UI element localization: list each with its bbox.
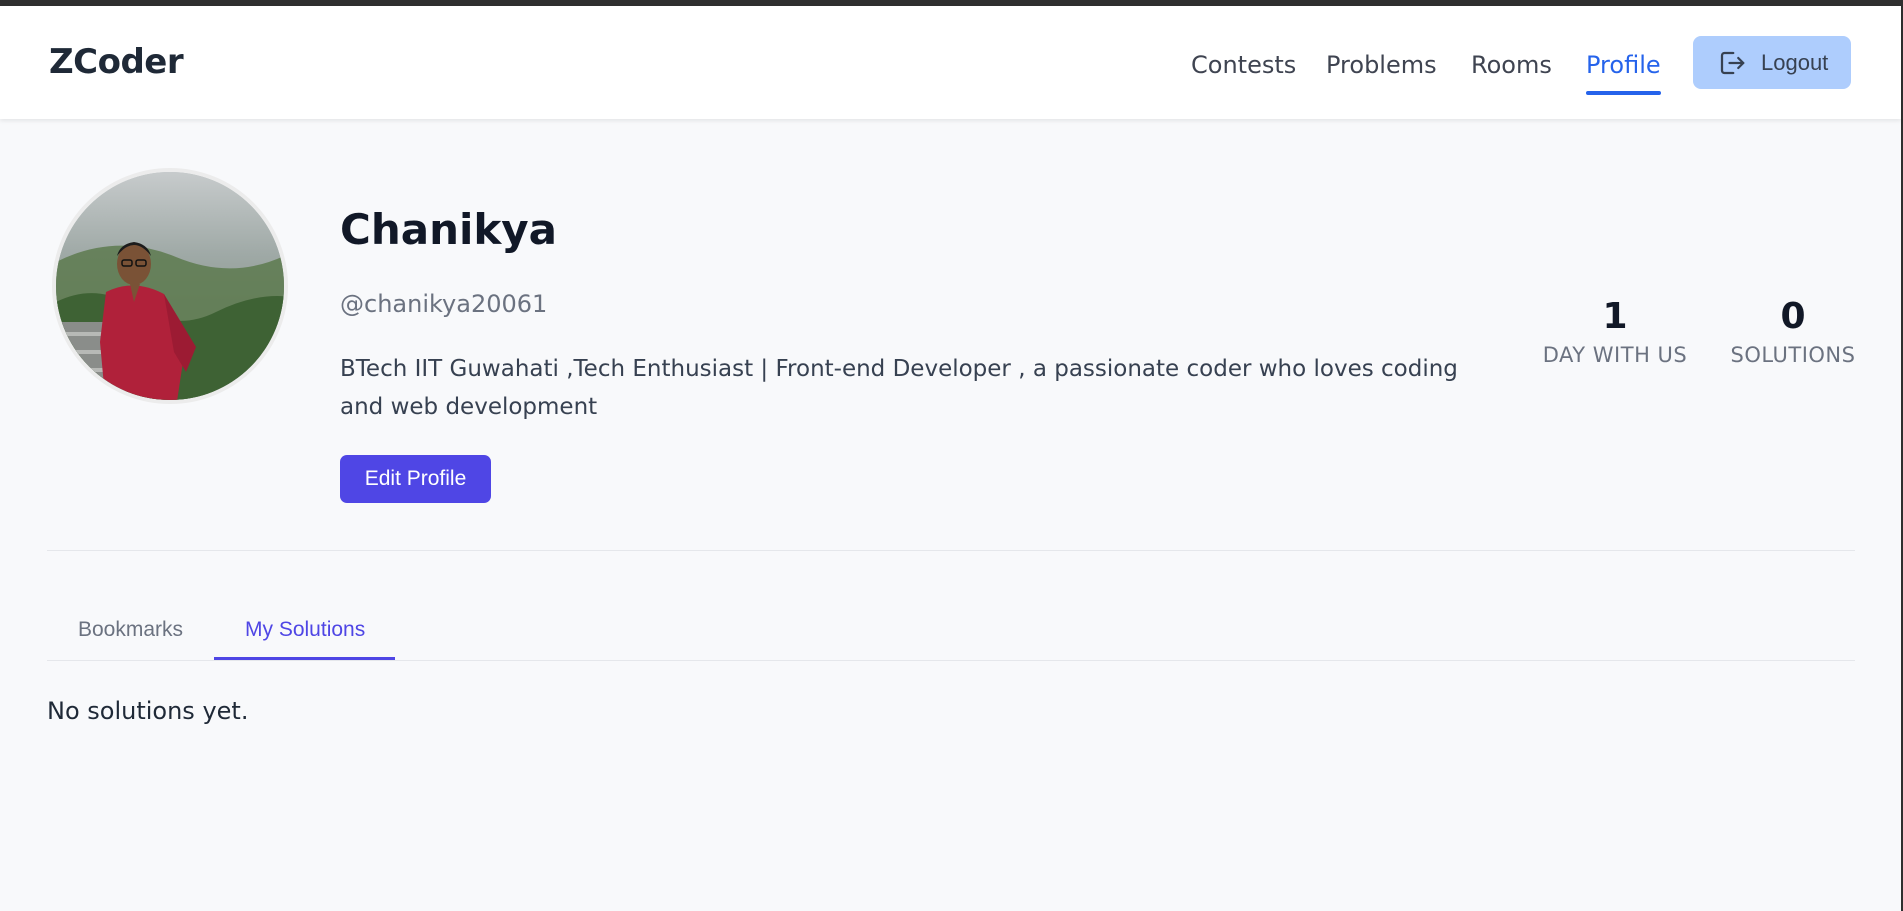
stat-days-value: 1 [1602,296,1628,337]
stat-solutions-label: SOLUTIONS [1730,343,1856,367]
stat-solutions-value: 0 [1780,296,1806,337]
nav-contests[interactable]: Contests [1191,51,1296,79]
nav-active-underline [1586,91,1661,95]
profile-name: Chanikya [340,205,558,254]
logout-button[interactable]: Logout [1693,36,1851,89]
avatar [52,168,288,404]
profile-photo-icon [56,172,284,400]
nav-profile[interactable]: Profile [1586,51,1661,95]
stat-days: 1 DAY WITH US [1540,296,1690,367]
profile-bio: BTech IIT Guwahati ,Tech Enthusiast | Fr… [340,356,1458,420]
stat-solutions: 0 SOLUTIONS [1722,296,1864,367]
tab-my-solutions[interactable]: My Solutions [245,618,365,642]
tab-bookmarks[interactable]: Bookmarks [78,618,183,642]
nav-rooms[interactable]: Rooms [1471,51,1552,79]
navbar: ZCoder Contests Problems Rooms Profile L… [0,6,1901,119]
stat-days-label: DAY WITH US [1542,343,1688,367]
nav-problems[interactable]: Problems [1326,51,1437,79]
tabs-divider [47,660,1855,661]
logout-label: Logout [1761,49,1829,75]
edit-profile-button[interactable]: Edit Profile [340,455,491,503]
section-divider [47,550,1855,551]
nav-profile-label: Profile [1586,51,1661,79]
logout-icon [1720,51,1745,74]
brand-logo[interactable]: ZCoder [49,42,184,82]
empty-solutions-message: No solutions yet. [47,697,249,725]
profile-handle: @chanikya20061 [340,290,548,318]
